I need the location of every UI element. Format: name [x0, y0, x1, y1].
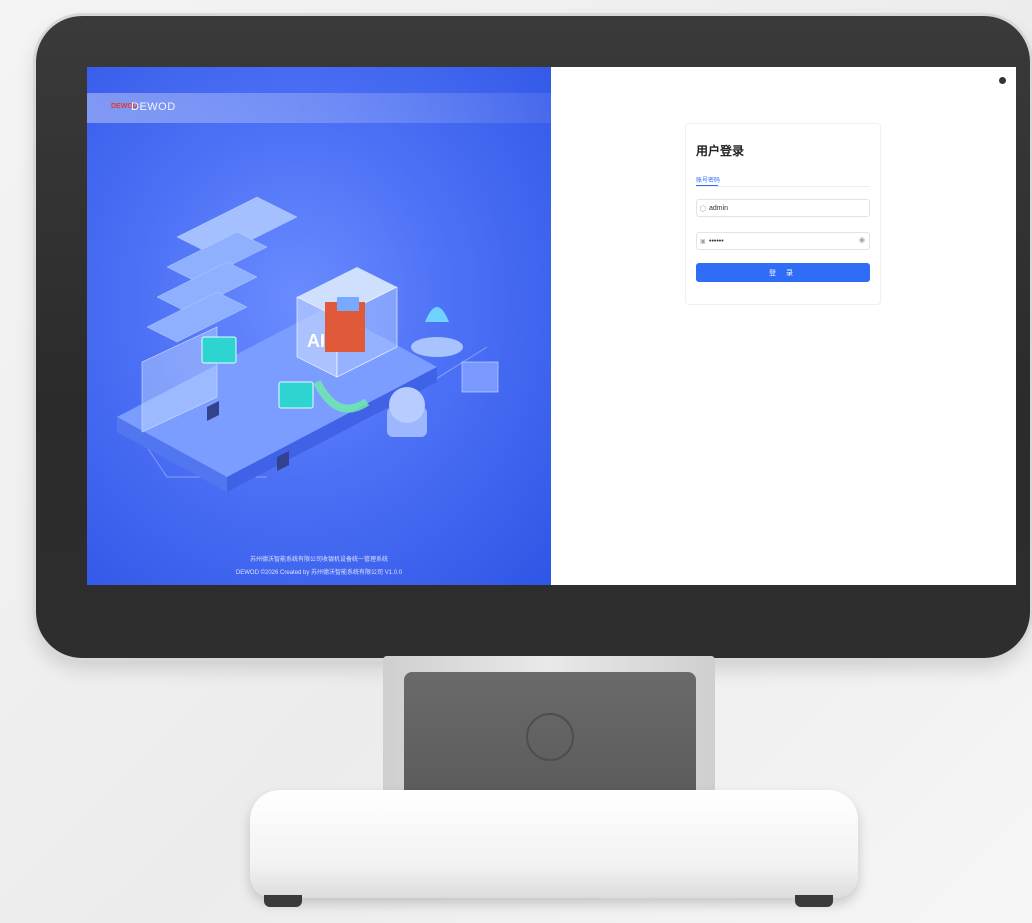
brand-name: DEWOD	[131, 101, 176, 113]
footer-copyright-line: DEWOD ©2026 Created by 苏州德沃智能系统有限公司 V1.0…	[235, 570, 403, 576]
isometric-illustration: AI	[117, 196, 499, 492]
base-foot-left	[264, 895, 302, 907]
username-input[interactable]: ◯ admin	[696, 199, 870, 217]
screen: DEWOD DEWOD AI 苏州德沃智能系统有限公司收银机设备统一管理系统 D…	[87, 67, 1016, 585]
tab-divider	[696, 186, 870, 187]
lock-icon: ▣	[700, 238, 706, 245]
monitor-base	[250, 790, 858, 898]
login-button[interactable]: 登 录	[696, 263, 870, 282]
stand-button	[526, 713, 574, 761]
base-foot-right	[795, 895, 833, 907]
user-icon: ◯	[699, 205, 707, 212]
svg-text:AI: AI	[307, 331, 325, 351]
login-title: 用户登录	[696, 144, 745, 158]
settings-dot-icon[interactable]	[999, 77, 1006, 84]
password-value: ••••••	[709, 237, 724, 245]
password-input[interactable]: ▣ •••••• ◉	[696, 232, 870, 250]
eye-icon[interactable]: ◉	[859, 236, 865, 244]
footer-company-line: 苏州德沃智能系统有限公司收银机设备统一管理系统	[249, 557, 388, 563]
username-value: admin	[709, 204, 729, 212]
tab-account-password[interactable]: 账号密码	[696, 175, 720, 184]
brand-logo-icon: DEWOD	[111, 103, 138, 110]
login-banner: DEWOD DEWOD AI 苏州德沃智能系统有限公司收银机设备统一管理系统 D…	[87, 67, 551, 585]
login-card: 用户登录 账号密码 ◯ admin ▣ •••••• ◉ 登 录	[685, 123, 881, 305]
brand: DEWOD DEWOD	[111, 101, 176, 113]
login-panel: 用户登录 账号密码 ◯ admin ▣ •••••• ◉ 登 录	[551, 67, 1016, 585]
